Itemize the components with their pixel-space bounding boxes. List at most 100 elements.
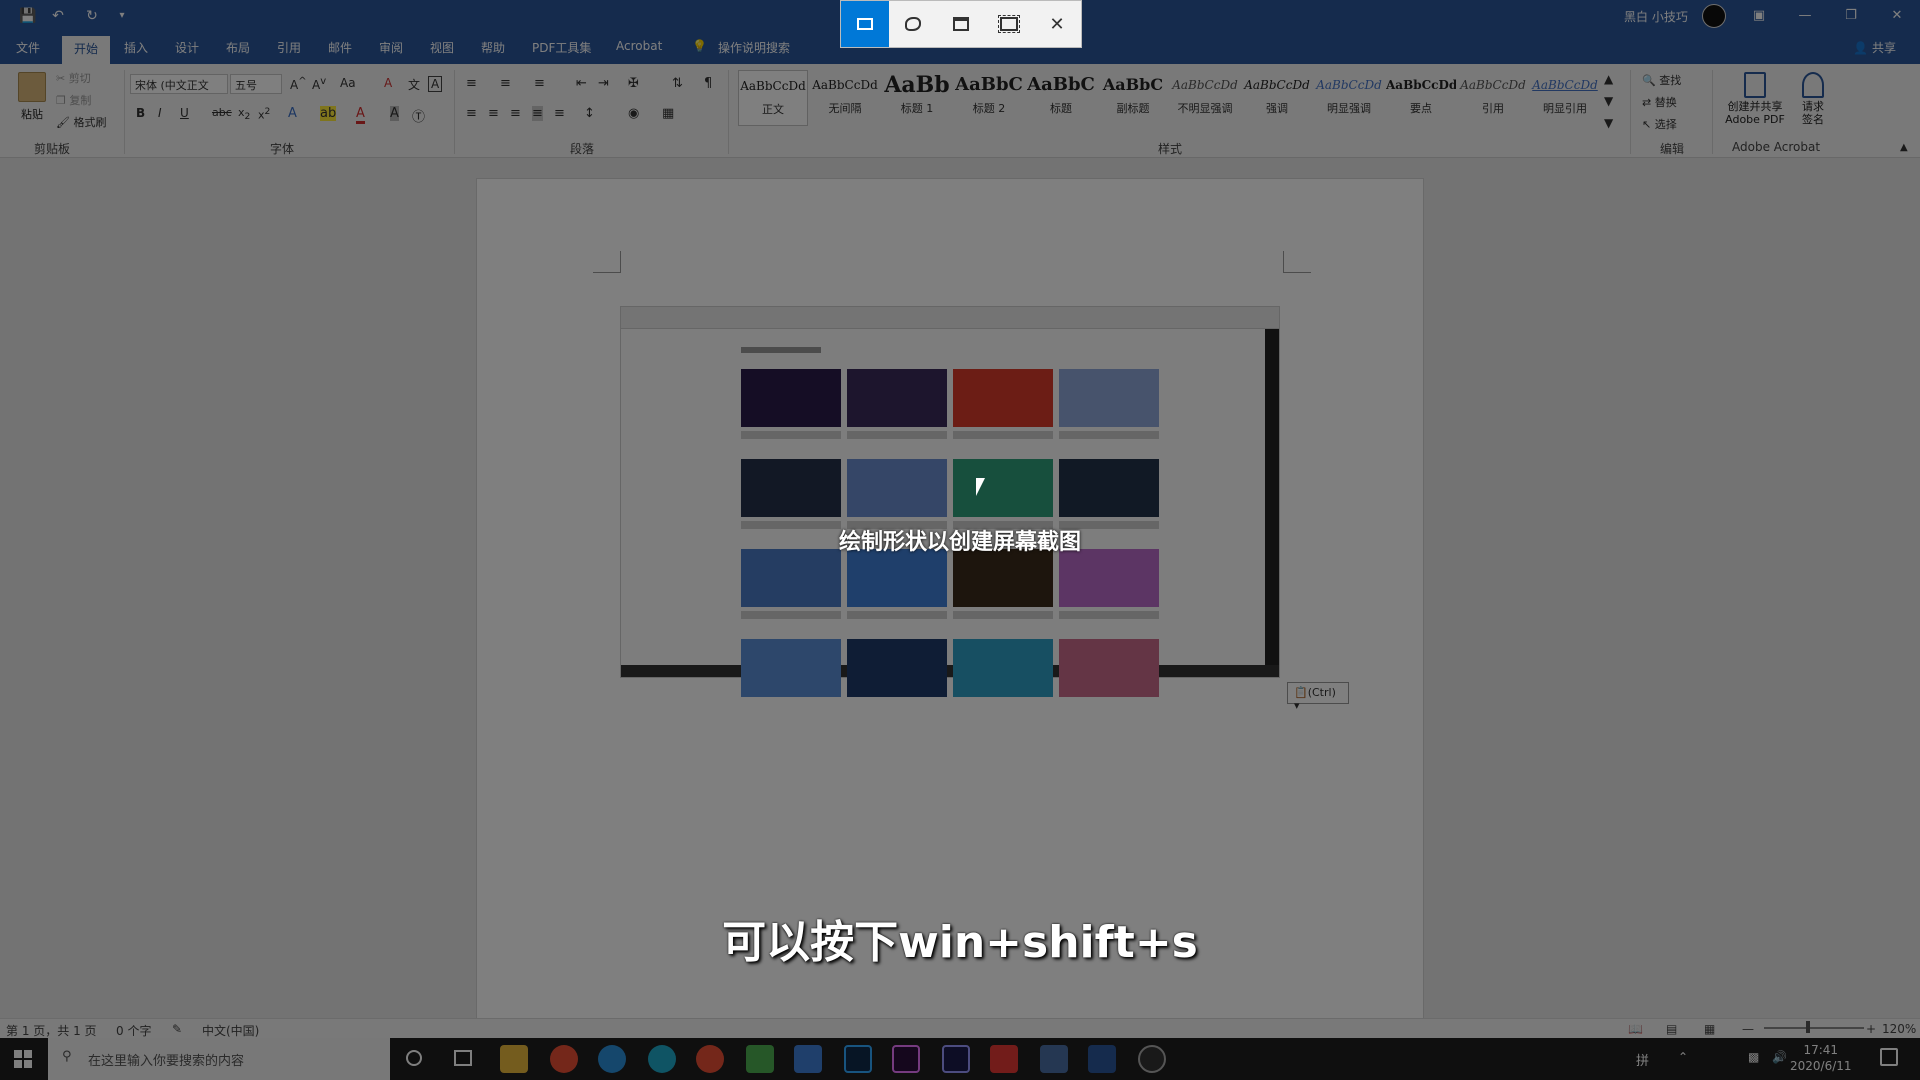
cortana-icon[interactable] (406, 1050, 422, 1066)
style-intense-emphasis[interactable]: AaBbCcDd 明显强调 (1314, 70, 1384, 126)
notification-icon[interactable] (1880, 1048, 1898, 1066)
customize-quick-access-icon[interactable]: ▾ (112, 6, 132, 26)
create-share-pdf-button[interactable]: 创建并共享 Adobe PDF (1720, 72, 1790, 126)
proofing-icon[interactable]: ✎ (172, 1022, 182, 1036)
show-marks-icon[interactable]: ¶ (704, 76, 712, 91)
replace-button[interactable]: ⇄ 替换 (1642, 94, 1677, 110)
bullets-icon[interactable]: ≡ (466, 76, 477, 91)
change-case-icon[interactable]: Aa (340, 76, 356, 90)
share-button[interactable]: 👤 共享 (1853, 39, 1896, 56)
tab-mailings[interactable]: 邮件 (328, 39, 352, 56)
underline-icon[interactable]: U (180, 106, 189, 120)
video-app-icon[interactable] (990, 1045, 1018, 1073)
rectangular-snip-button[interactable] (841, 1, 889, 47)
select-button[interactable]: ↖ 选择 (1642, 116, 1677, 132)
copy-button[interactable]: ❐ 复制 (56, 92, 91, 108)
clear-formatting-icon[interactable]: A (384, 76, 392, 90)
align-right-icon[interactable]: ≡ (510, 106, 521, 121)
read-mode-icon[interactable]: 📖 (1628, 1022, 1643, 1036)
save-icon[interactable]: 💾 (18, 6, 38, 26)
avatar[interactable] (1702, 4, 1726, 28)
language[interactable]: 中文(中国) (202, 1022, 259, 1039)
superscript-icon[interactable]: x2 (258, 106, 270, 122)
wechat-icon[interactable] (746, 1045, 774, 1073)
user-name[interactable]: 黑白 小技巧 (1624, 8, 1688, 25)
zoom-level[interactable]: 120% (1882, 1022, 1916, 1036)
app-icon[interactable] (1040, 1045, 1068, 1073)
pasted-screenshot-image[interactable] (620, 306, 1280, 697)
style-strong[interactable]: AaBbCcDd 要点 (1386, 70, 1456, 126)
file-explorer-icon[interactable] (500, 1045, 528, 1073)
volume-icon[interactable]: 🔊 (1772, 1050, 1787, 1064)
zoom-slider-thumb[interactable] (1806, 1021, 1810, 1033)
tab-layout[interactable]: 布局 (226, 39, 250, 56)
print-layout-icon[interactable]: ▤ (1666, 1022, 1677, 1036)
photoshop-icon[interactable] (844, 1045, 872, 1073)
after-effects-icon[interactable] (942, 1045, 970, 1073)
bold-icon[interactable]: B (136, 106, 145, 120)
align-left-icon[interactable]: ≡ (466, 106, 477, 121)
collapse-ribbon-icon[interactable]: ▲ (1900, 142, 1908, 153)
tab-help[interactable]: 帮助 (481, 39, 505, 56)
close-button[interactable]: ✕ (1874, 0, 1920, 32)
window-snip-button[interactable] (937, 1, 985, 47)
phonetic-guide-icon[interactable]: 文 (408, 76, 420, 93)
request-sign-button[interactable]: 请求 签名 (1796, 72, 1830, 126)
shading-icon[interactable]: ◉ (628, 106, 639, 121)
freeform-snip-button[interactable] (889, 1, 937, 47)
fullscreen-snip-button[interactable] (985, 1, 1033, 47)
premiere-icon[interactable] (892, 1045, 920, 1073)
style-emphasis[interactable]: AaBbCcDd 强调 (1242, 70, 1312, 126)
text-effects-icon[interactable]: A (288, 106, 297, 121)
chinese-layout-icon[interactable]: ✠ (628, 76, 639, 91)
zoom-out-icon[interactable]: — (1742, 1022, 1754, 1036)
strikethrough-icon[interactable]: abc (212, 106, 232, 119)
tab-acrobat[interactable]: Acrobat (616, 39, 662, 53)
style-subtitle[interactable]: AaBbC 副标题 (1098, 70, 1168, 126)
zoom-in-icon[interactable]: + (1866, 1022, 1876, 1036)
increase-indent-icon[interactable]: ⇥ (598, 76, 609, 91)
tab-references[interactable]: 引用 (277, 39, 301, 56)
highlight-icon[interactable]: ab (320, 106, 337, 121)
clock[interactable]: 17:41 2020/6/11 (1790, 1042, 1852, 1074)
format-painter-button[interactable]: 🖌 格式刷 (56, 114, 106, 130)
grow-font-icon[interactable]: A^ (290, 76, 307, 92)
tab-view[interactable]: 视图 (430, 39, 454, 56)
tab-pdf-tools[interactable]: PDF工具集 (532, 39, 591, 56)
font-size-select[interactable]: 五号 (230, 74, 282, 94)
chrome-icon[interactable] (550, 1045, 578, 1073)
tab-file[interactable]: 文件 (16, 39, 40, 56)
numbering-icon[interactable]: ≡ (500, 76, 511, 91)
tab-home[interactable]: 开始 (62, 36, 111, 65)
chrome-icon[interactable] (696, 1045, 724, 1073)
styles-scroll-up-icon[interactable]: ▲ (1604, 72, 1613, 86)
tell-me-search[interactable]: 操作说明搜索 (718, 39, 790, 56)
style-heading-2[interactable]: AaBbC 标题 2 (954, 70, 1024, 126)
show-hidden-icons[interactable]: ⌃ (1678, 1050, 1688, 1064)
sort-icon[interactable]: ⇅ (672, 76, 683, 91)
page-count[interactable]: 第 1 页，共 1 页 (6, 1022, 97, 1039)
subscript-icon[interactable]: x2 (238, 106, 250, 122)
italic-icon[interactable]: I (158, 106, 162, 120)
word-count[interactable]: 0 个字 (116, 1022, 151, 1039)
ribbon-display-options-icon[interactable]: ▣ (1736, 0, 1782, 32)
shrink-font-icon[interactable]: Av (312, 76, 326, 92)
redo-icon[interactable]: ↻ (82, 6, 102, 26)
character-border-icon[interactable]: A (428, 76, 443, 92)
input-method-indicator[interactable]: 拼 (1636, 1050, 1649, 1069)
paste-button[interactable]: 粘贴 (12, 72, 52, 132)
styles-scroll-down-icon[interactable]: ▼ (1604, 94, 1613, 108)
styles-more-icon[interactable]: ▼ (1604, 116, 1613, 130)
app-icon[interactable] (794, 1045, 822, 1073)
cut-button[interactable]: ✂ 剪切 (56, 70, 91, 86)
minimize-button[interactable]: — (1782, 0, 1828, 32)
tab-insert[interactable]: 插入 (124, 39, 148, 56)
style-subtle-emphasis[interactable]: AaBbCcDd 不明显强调 (1170, 70, 1240, 126)
windows-start-icon[interactable] (14, 1050, 32, 1068)
network-icon[interactable]: ▩ (1748, 1050, 1759, 1064)
decrease-indent-icon[interactable]: ⇤ (576, 76, 587, 91)
borders-icon[interactable]: ▦ (662, 106, 674, 121)
justify-icon[interactable]: ≡ (532, 106, 543, 121)
distributed-icon[interactable]: ≡ (554, 106, 565, 121)
font-color-icon[interactable]: A (356, 106, 365, 124)
